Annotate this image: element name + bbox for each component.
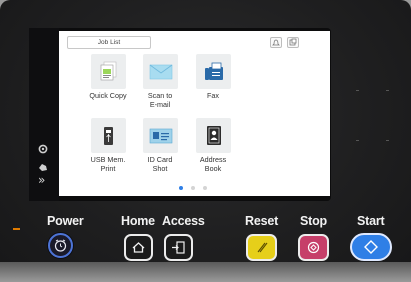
tile-label: Scan to E-mail (130, 91, 190, 109)
panel-mark (386, 90, 389, 91)
tile-address-book[interactable]: Address Book (183, 118, 243, 173)
address-book-icon (195, 118, 231, 153)
expand-icon[interactable]: » (38, 174, 45, 186)
start-button[interactable] (350, 233, 392, 261)
touch-screen: Job List Quick Copy Scan to E-mail Fax U… (59, 31, 330, 196)
job-list-button[interactable]: Job List (67, 36, 151, 49)
tile-id-card-shot[interactable]: ID Card Shot (130, 118, 190, 173)
device-base (0, 262, 411, 282)
stop-button[interactable] (298, 234, 329, 261)
stop-icon (307, 241, 320, 254)
access-button[interactable] (164, 234, 193, 261)
reset-icon (257, 242, 268, 253)
stop-label: Stop (300, 214, 327, 228)
power-indicator-light (13, 228, 20, 230)
start-label: Start (357, 214, 385, 228)
tile-label: USB Mem. Print (78, 155, 138, 173)
usb-icon (90, 118, 126, 153)
tile-label: Address Book (183, 155, 243, 173)
reset-button[interactable] (246, 234, 277, 261)
power-button[interactable] (48, 233, 73, 258)
tile-label-line2: Print (100, 163, 116, 173)
id-card-icon (142, 118, 178, 153)
home-label: Home (121, 214, 155, 228)
quick-copy-icon (90, 54, 126, 89)
fax-icon (195, 54, 231, 89)
panel-mark (356, 140, 359, 141)
tile-label-line2: E-mail (149, 99, 171, 109)
page-dot[interactable] (191, 186, 195, 190)
tile-label-line2: Shot (152, 163, 168, 173)
home-button[interactable] (124, 234, 153, 261)
tile-label: Fax (207, 91, 219, 100)
tile-fax[interactable]: Fax (183, 54, 243, 101)
access-icon (172, 241, 185, 254)
tile-label: ID Card Shot (130, 155, 190, 173)
screen-sidebar: » (29, 28, 59, 201)
tile-scan-to-email[interactable]: Scan to E-mail (130, 54, 190, 109)
settings-icon[interactable] (38, 141, 48, 157)
page-dot-active[interactable] (179, 186, 183, 190)
bell-icon[interactable] (270, 37, 282, 48)
power-label: Power (47, 214, 84, 228)
home-icon (132, 242, 145, 253)
page-dot[interactable] (203, 186, 207, 190)
start-icon (364, 240, 378, 254)
tile-label-line2: Book (204, 163, 222, 173)
reset-label: Reset (245, 214, 279, 228)
panel-mark (386, 140, 389, 141)
email-envelope-icon (142, 54, 178, 89)
power-alarm-icon (54, 239, 67, 252)
copy-status-icon[interactable] (287, 37, 299, 48)
panel-mark (356, 90, 359, 91)
tile-usb-mem-print[interactable]: USB Mem. Print (78, 118, 138, 173)
tile-label: Quick Copy (89, 91, 127, 100)
tile-quick-copy[interactable]: Quick Copy (78, 54, 138, 101)
access-label: Access (162, 214, 205, 228)
